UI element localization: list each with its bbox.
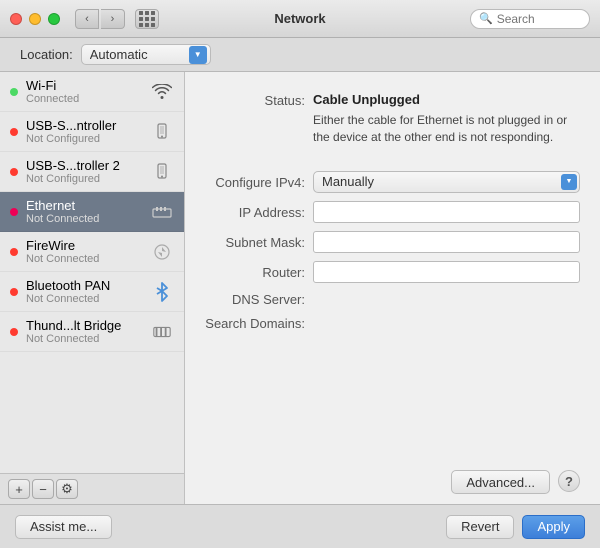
status-dot-firewire <box>10 248 18 256</box>
bluetooth-icon <box>150 280 174 304</box>
location-select[interactable]: Automatic Edit Locations... <box>81 44 211 65</box>
phone-icon-1 <box>150 120 174 144</box>
sidebar-item-firewire[interactable]: FireWire Not Connected <box>0 232 184 272</box>
thunderbolt-icon <box>150 320 174 344</box>
sidebar-item-ethernet[interactable]: Ethernet Not Connected <box>0 192 184 232</box>
sidebar-item-usb2-status: Not Configured <box>26 173 142 185</box>
window-controls <box>10 13 60 25</box>
bottom-bar: Assist me... Revert Apply <box>0 504 600 548</box>
sidebar-item-usb1[interactable]: USB-S...ntroller Not Configured <box>0 112 184 152</box>
location-select-wrap: Automatic Edit Locations... <box>81 44 211 65</box>
subnet-label: Subnet Mask: <box>205 234 305 250</box>
close-button[interactable] <box>10 13 22 25</box>
status-dot-thunderbolt <box>10 328 18 336</box>
wifi-icon <box>150 80 174 104</box>
assist-button[interactable]: Assist me... <box>15 515 112 539</box>
sidebar-item-wifi-name: Wi-Fi <box>26 78 142 93</box>
status-row: Status: Cable Unplugged <box>205 92 580 108</box>
sidebar-item-usb1-name: USB-S...ntroller <box>26 118 142 133</box>
configure-select-wrap: Manually Using DHCP Using DHCP with manu… <box>313 171 580 193</box>
titlebar: ‹ › Network 🔍 <box>0 0 600 38</box>
sidebar-item-firewire-name: FireWire <box>26 238 142 253</box>
sidebar-item-bluetooth[interactable]: Bluetooth PAN Not Connected <box>0 272 184 312</box>
search-input[interactable] <box>497 12 587 26</box>
location-bar: Location: Automatic Edit Locations... <box>0 38 600 72</box>
apply-button[interactable]: Apply <box>522 515 585 539</box>
help-button[interactable]: ? <box>558 470 580 492</box>
search-bar[interactable]: 🔍 <box>470 9 590 29</box>
configure-row: Configure IPv4: Manually Using DHCP Usin… <box>205 171 580 193</box>
add-network-button[interactable]: + <box>8 479 30 499</box>
sidebar-item-thunderbolt-status: Not Connected <box>26 333 142 345</box>
ethernet-icon <box>150 200 174 224</box>
location-label: Location: <box>20 47 73 62</box>
sidebar-item-firewire-status: Not Connected <box>26 253 142 265</box>
main-content: Wi-Fi Connected USB-S...ntroller <box>0 72 600 504</box>
status-dot-wifi <box>10 88 18 96</box>
status-dot-ethernet <box>10 208 18 216</box>
sidebar-item-bluetooth-status: Not Connected <box>26 293 142 305</box>
sidebar-item-thunderbolt[interactable]: Thund...lt Bridge Not Connected <box>0 312 184 352</box>
search-domains-row: Search Domains: <box>205 315 580 331</box>
back-button[interactable]: ‹ <box>75 9 99 29</box>
router-label: Router: <box>205 264 305 280</box>
status-section: Status: Cable Unplugged Either the cable… <box>205 92 580 156</box>
window-title: Network <box>274 11 325 26</box>
sidebar-item-wifi[interactable]: Wi-Fi Connected <box>0 72 184 112</box>
status-dot-usb2 <box>10 168 18 176</box>
nav-arrows: ‹ › <box>75 9 125 29</box>
minimize-button[interactable] <box>29 13 41 25</box>
router-row: Router: <box>205 261 580 283</box>
configure-label: Configure IPv4: <box>205 174 305 190</box>
status-value: Cable Unplugged <box>313 92 420 107</box>
sidebar-item-usb1-status: Not Configured <box>26 133 142 145</box>
subnet-row: Subnet Mask: <box>205 231 580 253</box>
firewire-icon <box>150 240 174 264</box>
remove-network-button[interactable]: − <box>32 479 54 499</box>
form-section: Configure IPv4: Manually Using DHCP Usin… <box>205 171 580 450</box>
network-settings-button[interactable]: ⚙ <box>56 479 78 499</box>
status-dot-bluetooth <box>10 288 18 296</box>
sidebar-item-usb2-name: USB-S...troller 2 <box>26 158 142 173</box>
advanced-button[interactable]: Advanced... <box>451 470 550 494</box>
dns-label: DNS Server: <box>205 291 305 307</box>
sidebar-item-wifi-status: Connected <box>26 93 142 105</box>
sidebar-item-bluetooth-name: Bluetooth PAN <box>26 278 142 293</box>
configure-ipv4-select[interactable]: Manually Using DHCP Using DHCP with manu… <box>313 171 580 193</box>
maximize-button[interactable] <box>48 13 60 25</box>
detail-panel: Status: Cable Unplugged Either the cable… <box>185 72 600 504</box>
ip-label: IP Address: <box>205 204 305 220</box>
subnet-mask-input[interactable] <box>313 231 580 253</box>
sidebar-toolbar: + − ⚙ <box>0 473 184 504</box>
status-label: Status: <box>205 92 305 108</box>
search-domains-label: Search Domains: <box>205 315 305 331</box>
search-icon: 🔍 <box>479 12 493 25</box>
phone-icon-2 <box>150 160 174 184</box>
status-description: Either the cable for Ethernet is not plu… <box>313 112 580 146</box>
status-dot-usb1 <box>10 128 18 136</box>
sidebar-item-thunderbolt-name: Thund...lt Bridge <box>26 318 142 333</box>
ip-address-input[interactable] <box>313 201 580 223</box>
forward-button[interactable]: › <box>101 9 125 29</box>
apps-button[interactable] <box>135 9 159 29</box>
revert-button[interactable]: Revert <box>446 515 514 539</box>
sidebar-item-usb2[interactable]: USB-S...troller 2 Not Configured <box>0 152 184 192</box>
sidebar-item-ethernet-status: Not Connected <box>26 213 142 225</box>
sidebar-item-ethernet-name: Ethernet <box>26 198 142 213</box>
sidebar-list: Wi-Fi Connected USB-S...ntroller <box>0 72 184 473</box>
detail-action-buttons: Advanced... ? <box>205 460 580 494</box>
ip-row: IP Address: <box>205 201 580 223</box>
sidebar: Wi-Fi Connected USB-S...ntroller <box>0 72 185 504</box>
dns-row: DNS Server: <box>205 291 580 307</box>
router-input[interactable] <box>313 261 580 283</box>
